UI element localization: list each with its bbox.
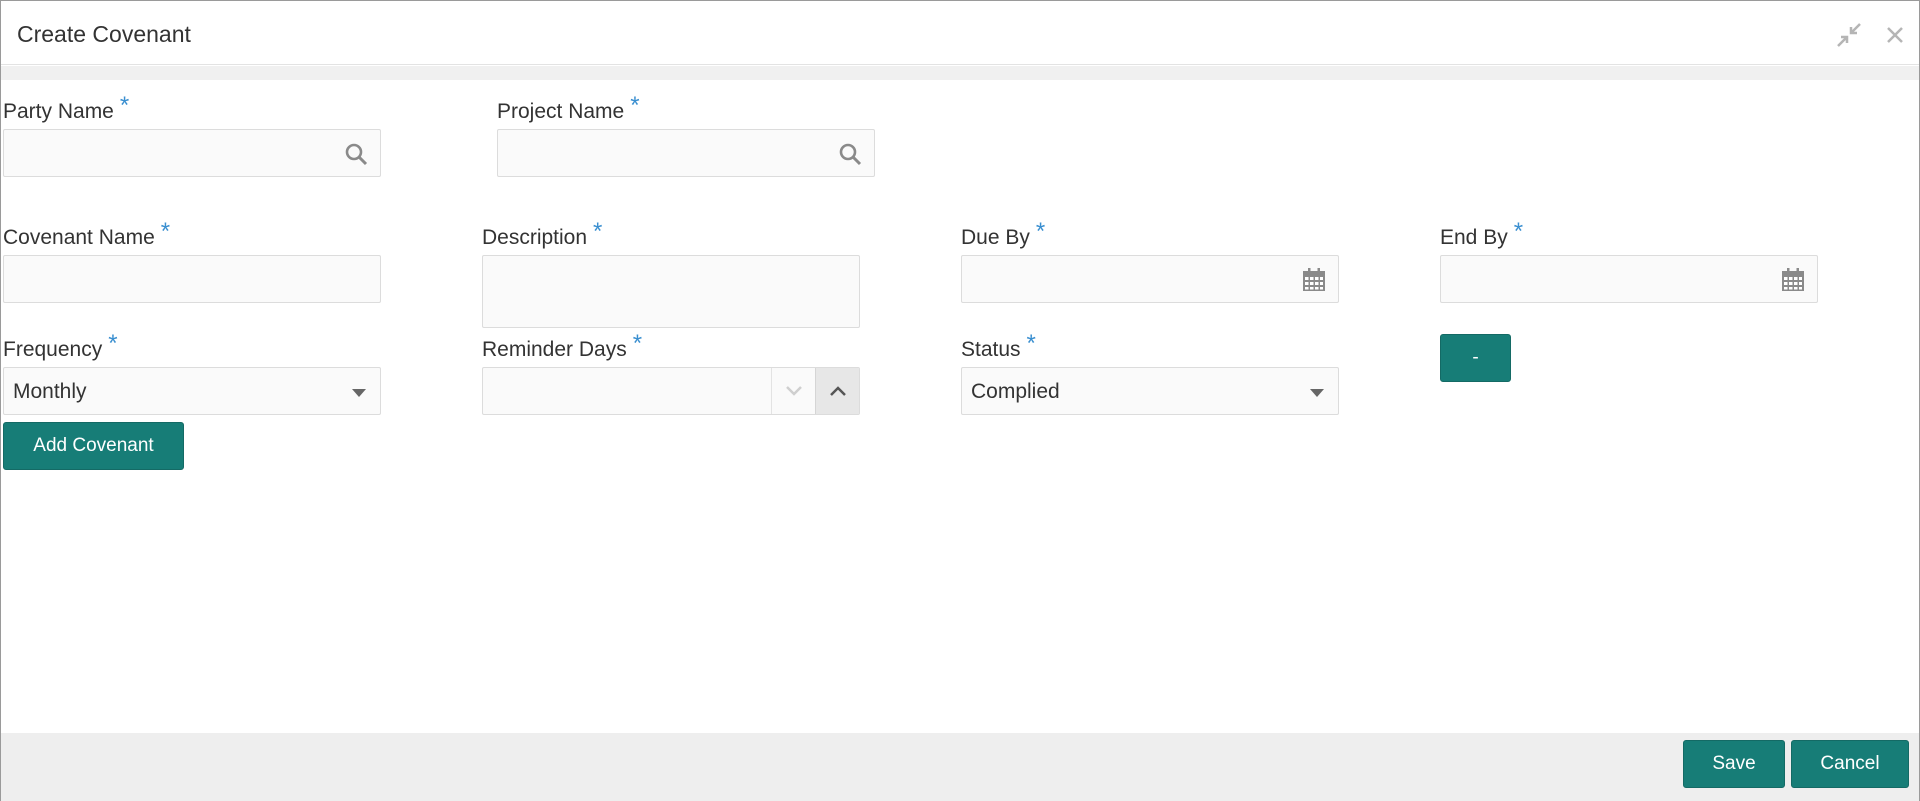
dialog-header: Create Covenant bbox=[1, 1, 1919, 65]
cancel-button[interactable]: Cancel bbox=[1791, 740, 1909, 788]
required-marker: * bbox=[160, 218, 171, 245]
required-marker: * bbox=[1026, 330, 1036, 357]
required-marker: * bbox=[1035, 218, 1046, 245]
chevron-down-icon[interactable] bbox=[352, 389, 366, 397]
description-label: Description * bbox=[482, 218, 602, 251]
reminder-days-stepper[interactable] bbox=[482, 367, 860, 415]
status-value: Complied bbox=[971, 380, 1060, 403]
party-name-label: Party Name * bbox=[3, 92, 129, 125]
project-name-label-text: Project Name bbox=[497, 100, 625, 123]
calendar-icon[interactable] bbox=[1781, 268, 1805, 292]
required-marker: * bbox=[630, 92, 640, 119]
due-by-date-input[interactable] bbox=[961, 255, 1339, 303]
frequency-label-text: Frequency bbox=[3, 338, 103, 361]
end-by-label-text: End By bbox=[1440, 226, 1508, 249]
frequency-value: Monthly bbox=[13, 380, 87, 403]
reminder-days-label: Reminder Days * bbox=[482, 330, 642, 363]
reminder-days-label-text: Reminder Days bbox=[482, 338, 627, 361]
chevron-down-icon bbox=[785, 386, 802, 396]
decrement-button[interactable] bbox=[771, 368, 815, 414]
status-select[interactable]: Complied bbox=[961, 367, 1339, 415]
close-icon[interactable] bbox=[1881, 21, 1909, 49]
party-name-input[interactable] bbox=[3, 129, 381, 177]
project-name-label: Project Name * bbox=[497, 92, 640, 125]
header-divider-strip bbox=[1, 66, 1919, 80]
due-by-label-text: Due By bbox=[961, 226, 1030, 249]
frequency-label: Frequency * bbox=[3, 330, 118, 363]
covenant-name-label: Covenant Name * bbox=[3, 218, 170, 251]
required-marker: * bbox=[593, 218, 603, 245]
due-by-label: Due By * bbox=[961, 218, 1045, 251]
description-textarea[interactable] bbox=[482, 255, 860, 328]
calendar-icon[interactable] bbox=[1302, 268, 1326, 292]
required-marker: * bbox=[632, 330, 643, 357]
search-icon[interactable] bbox=[838, 142, 862, 166]
dialog-title: Create Covenant bbox=[17, 21, 191, 47]
remove-covenant-button[interactable]: - bbox=[1440, 334, 1511, 382]
add-covenant-button[interactable]: Add Covenant bbox=[3, 422, 184, 470]
required-marker: * bbox=[1513, 218, 1524, 245]
required-marker: * bbox=[108, 330, 118, 357]
chevron-up-icon bbox=[829, 386, 846, 396]
covenant-name-label-text: Covenant Name bbox=[3, 226, 155, 249]
chevron-down-icon[interactable] bbox=[1310, 389, 1324, 397]
end-by-label: End By * bbox=[1440, 218, 1523, 251]
search-icon[interactable] bbox=[344, 142, 368, 166]
status-label-text: Status bbox=[961, 338, 1021, 361]
increment-button[interactable] bbox=[815, 368, 859, 414]
compress-arrows-icon[interactable] bbox=[1835, 21, 1863, 49]
required-marker: * bbox=[119, 92, 130, 119]
save-button[interactable]: Save bbox=[1683, 740, 1785, 788]
covenant-name-input[interactable] bbox=[3, 255, 381, 303]
description-label-text: Description bbox=[482, 226, 588, 249]
project-name-input[interactable] bbox=[497, 129, 875, 177]
frequency-select[interactable]: Monthly bbox=[3, 367, 381, 415]
end-by-date-input[interactable] bbox=[1440, 255, 1818, 303]
party-name-label-text: Party Name bbox=[3, 100, 114, 123]
status-label: Status * bbox=[961, 330, 1036, 363]
create-covenant-dialog: Create Covenant Party Name * Project Name… bbox=[0, 0, 1920, 801]
dialog-footer: Save Cancel bbox=[1, 733, 1919, 801]
